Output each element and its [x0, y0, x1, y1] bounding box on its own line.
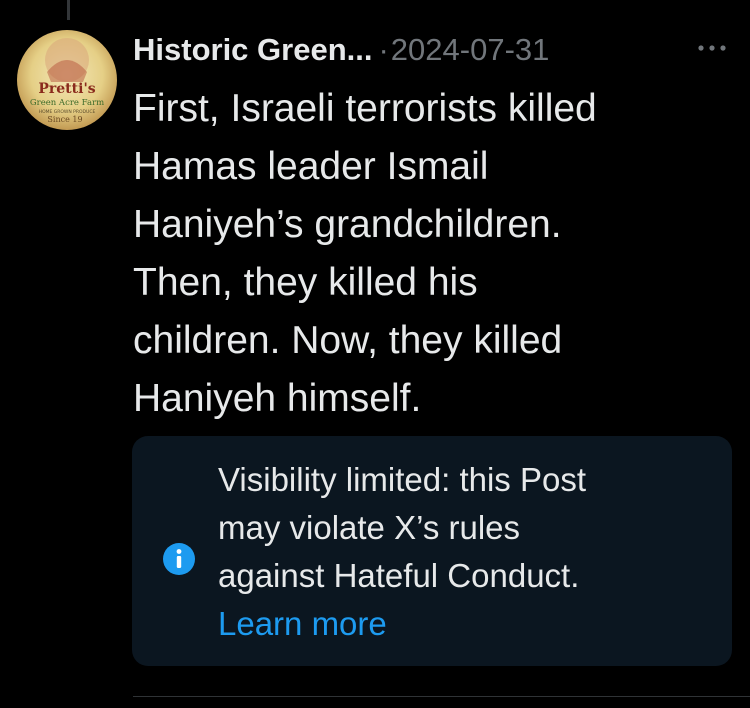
notice-message: Visibility limited: this Post may violat… [218, 461, 587, 594]
post-date[interactable]: 2024-07-31 [391, 32, 550, 68]
avatar[interactable]: Pretti's Green Acre Farm HOME GROWN PROD… [17, 30, 117, 130]
post-text: First, Israeli terrorists killed Hamas l… [133, 87, 597, 420]
svg-text:Green Acre Farm: Green Acre Farm [30, 98, 104, 108]
thread-connector-line [67, 0, 70, 20]
info-icon [163, 543, 195, 575]
avatar-logo-image: Pretti's Green Acre Farm HOME GROWN PROD… [17, 30, 117, 130]
svg-text:Pretti's: Pretti's [38, 81, 95, 97]
header-separator: · [378, 32, 389, 67]
more-horizontal-icon [698, 45, 726, 51]
more-options-button[interactable] [695, 36, 729, 60]
post-header: Historic Green... · 2024-07-31 [133, 24, 733, 76]
learn-more-link[interactable]: Learn more [218, 600, 718, 648]
visibility-notice: Visibility limited: this Post may violat… [132, 436, 732, 666]
notice-text-block: Visibility limited: this Post may violat… [218, 456, 718, 648]
author-name[interactable]: Historic Green... [133, 32, 372, 68]
svg-text:Since 19: Since 19 [47, 115, 82, 124]
post-divider [133, 696, 750, 697]
